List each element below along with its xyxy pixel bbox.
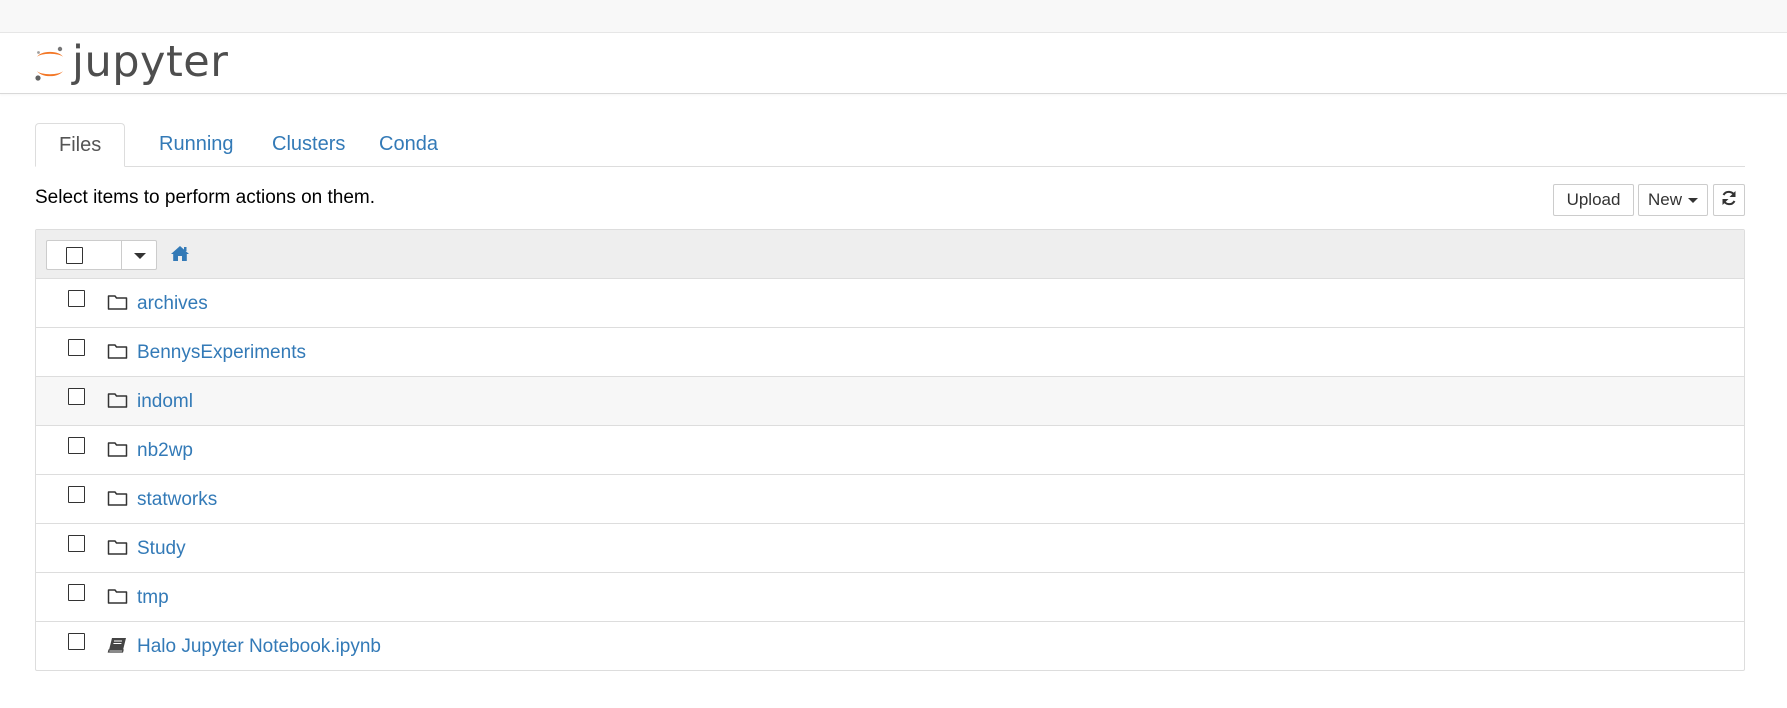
folder-icon: [107, 293, 128, 311]
list-item[interactable]: nb2wp: [36, 426, 1744, 475]
notebook-icon: [107, 636, 128, 654]
list-item[interactable]: tmp: [36, 573, 1744, 622]
tab-conda[interactable]: Conda: [356, 123, 461, 166]
caret-down-icon: [1688, 197, 1698, 203]
list-item[interactable]: BennysExperiments: [36, 328, 1744, 377]
chevron-down-icon[interactable]: [134, 253, 146, 259]
item-checkbox[interactable]: [68, 388, 85, 405]
file-list-header: [36, 230, 1744, 279]
item-checkbox[interactable]: [68, 584, 85, 601]
folder-icon: [107, 489, 128, 507]
header: jupyter: [0, 33, 1787, 94]
jupyter-logo[interactable]: jupyter: [34, 39, 228, 89]
item-name[interactable]: statworks: [137, 489, 217, 511]
tab-files[interactable]: Files: [35, 123, 126, 167]
upload-button[interactable]: Upload: [1553, 184, 1634, 216]
select-divider: [121, 241, 122, 269]
top-strip: [0, 0, 1787, 33]
list-item[interactable]: Study: [36, 524, 1744, 573]
list-item[interactable]: archives: [36, 279, 1744, 328]
tab-bar: Files Running Clusters Conda: [35, 123, 1745, 167]
brand-name: jupyter: [72, 36, 229, 87]
folder-icon: [107, 391, 128, 409]
item-checkbox[interactable]: [68, 486, 85, 503]
item-checkbox[interactable]: [68, 633, 85, 650]
file-list: archives BennysExperiments indoml nb2wp …: [35, 229, 1745, 671]
toolbar: Select items to perform actions on them.: [35, 167, 1745, 227]
instructions-text: Select items to perform actions on them.: [35, 187, 376, 208]
item-checkbox[interactable]: [68, 339, 85, 356]
item-name[interactable]: tmp: [137, 587, 169, 609]
home-icon[interactable]: [170, 245, 190, 267]
folder-icon: [107, 538, 128, 556]
item-name[interactable]: Study: [137, 538, 186, 560]
folder-icon: [107, 440, 128, 458]
tab-clusters[interactable]: Clusters: [249, 123, 368, 166]
new-label: New: [1647, 190, 1682, 209]
item-name[interactable]: archives: [137, 293, 208, 315]
folder-icon: [107, 587, 128, 605]
refresh-button[interactable]: [1713, 184, 1745, 216]
list-item[interactable]: Halo Jupyter Notebook.ipynb: [36, 622, 1744, 670]
refresh-icon: [1720, 189, 1738, 212]
item-name[interactable]: Halo Jupyter Notebook.ipynb: [137, 636, 381, 658]
item-checkbox[interactable]: [68, 535, 85, 552]
item-name[interactable]: indoml: [137, 391, 193, 413]
upload-label: Upload: [1566, 190, 1621, 209]
item-checkbox[interactable]: [68, 290, 85, 307]
list-item[interactable]: indoml: [36, 377, 1744, 426]
list-item[interactable]: statworks: [36, 475, 1744, 524]
item-checkbox[interactable]: [68, 437, 85, 454]
item-name[interactable]: nb2wp: [137, 440, 193, 462]
folder-icon: [107, 342, 128, 360]
select-all-checkbox[interactable]: [66, 247, 83, 264]
main: Files Running Clusters Conda Select item…: [35, 123, 1745, 227]
new-button[interactable]: New: [1638, 184, 1708, 216]
tab-running[interactable]: Running: [136, 123, 257, 166]
select-all-dropdown[interactable]: [46, 240, 157, 270]
item-name[interactable]: BennysExperiments: [137, 342, 306, 364]
jupyter-logo-icon: [34, 44, 66, 84]
